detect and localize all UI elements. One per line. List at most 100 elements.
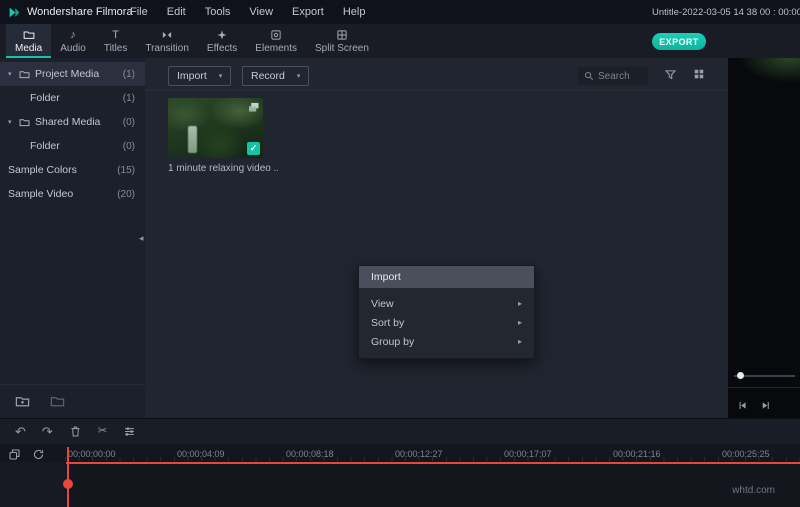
export-button[interactable]: EXPORT: [652, 33, 706, 50]
split-scissors-icon[interactable]: ✂: [98, 426, 107, 437]
menu-view[interactable]: View: [249, 6, 273, 18]
context-menu-label: Sort by: [371, 317, 404, 329]
timecode: 00:00:12:27: [395, 449, 443, 459]
media-sidebar: ▾ Project Media (1) Folder (1) ▾ Shared …: [0, 58, 145, 418]
previous-frame-icon[interactable]: [737, 400, 748, 411]
grid-view-icon[interactable]: [693, 68, 705, 80]
context-menu-group: View ▸ Sort by ▸ Group by ▸: [359, 288, 534, 358]
tab-split-screen[interactable]: Split Screen: [306, 24, 378, 58]
app-name: Wondershare Filmora: [27, 6, 133, 18]
media-item-title: 1 minute relaxing video ...: [168, 163, 278, 174]
context-menu: Import View ▸ Sort by ▸ Group by ▸: [358, 265, 535, 359]
media-item[interactable]: ✓ 1 minute relaxing video ...: [168, 98, 278, 174]
tab-audio[interactable]: ♪ Audio: [51, 24, 95, 58]
transition-icon: [161, 29, 173, 42]
menu-export[interactable]: Export: [292, 6, 324, 18]
playhead-handle[interactable]: [63, 479, 73, 489]
undo-icon[interactable]: ↶: [15, 425, 26, 438]
timecode: 00:00:04:09: [177, 449, 225, 459]
sidebar-footer: [0, 384, 145, 418]
filmora-logo-icon: [8, 6, 21, 19]
timecode: 00:00:00:00: [68, 449, 116, 459]
sidebar-item-label: Project Media: [35, 68, 99, 80]
item-count: (20): [117, 189, 135, 200]
film-badge-icon: [248, 102, 259, 112]
context-menu-label: Group by: [371, 336, 414, 348]
media-folder-icon: [23, 29, 35, 42]
redo-icon[interactable]: ↷: [42, 425, 53, 438]
menu-help[interactable]: Help: [343, 6, 366, 18]
edit-toolbar: ↶ ↷ ✂: [0, 418, 800, 444]
tab-titles[interactable]: T Titles: [95, 24, 137, 58]
item-count: (0): [123, 117, 135, 128]
timeline[interactable]: 00:00:00:00 00:00:04:09 00:00:08:18 00:0…: [0, 444, 800, 507]
search-input[interactable]: [598, 71, 642, 82]
context-menu-item-import[interactable]: Import: [359, 266, 534, 288]
caret-down-icon[interactable]: ▾: [8, 70, 19, 78]
elements-icon: [270, 29, 282, 42]
timecode: 00:00:25:25: [722, 449, 770, 459]
sidebar-item-project-media[interactable]: ▾ Project Media (1): [0, 62, 145, 86]
project-title: Untitle-2022-03-05 14 38 00 : 00:00:5: [652, 7, 800, 18]
new-folder-icon[interactable]: [15, 394, 30, 409]
menu-edit[interactable]: Edit: [167, 6, 186, 18]
context-menu-item-group-by[interactable]: Group by ▸: [359, 332, 534, 351]
delete-icon[interactable]: [69, 425, 82, 438]
timeline-ruler[interactable]: 00:00:00:00 00:00:04:09 00:00:08:18 00:0…: [0, 444, 800, 462]
submenu-arrow-icon: ▸: [518, 337, 522, 346]
selected-checkbox[interactable]: ✓: [247, 142, 260, 155]
playhead[interactable]: [67, 447, 69, 507]
item-count: (15): [117, 165, 135, 176]
play-icon[interactable]: [760, 400, 771, 411]
menu-file[interactable]: File: [130, 6, 148, 18]
item-count: (0): [123, 141, 135, 152]
sidebar-item-sample-colors[interactable]: Sample Colors (15): [0, 158, 145, 182]
playback-controls: [728, 392, 800, 418]
media-thumbnail[interactable]: ✓: [168, 98, 263, 158]
chevron-down-icon: ▾: [297, 72, 301, 80]
seek-bar[interactable]: [734, 375, 795, 377]
item-count: (1): [123, 93, 135, 104]
track-header-column: [0, 462, 65, 507]
import-dropdown[interactable]: Import ▾: [168, 66, 231, 86]
sidebar-item-sample-video[interactable]: Sample Video (20): [0, 182, 145, 206]
seek-knob[interactable]: [737, 372, 744, 379]
sidebar-item-label: Shared Media: [35, 116, 100, 128]
preview-divider: [728, 387, 800, 388]
tab-label: Effects: [207, 43, 237, 54]
music-note-icon: ♪: [70, 29, 76, 42]
timecode: 00:00:21:16: [613, 449, 661, 459]
item-count: (1): [123, 69, 135, 80]
effects-star-icon: [216, 29, 228, 42]
split-screen-icon: [336, 29, 348, 42]
sidebar-item-label: Sample Video: [8, 188, 73, 200]
tab-elements[interactable]: Elements: [246, 24, 306, 58]
tab-transition[interactable]: Transition: [136, 24, 198, 58]
folder-icon: [19, 117, 30, 128]
sidebar-item-shared-media[interactable]: ▾ Shared Media (0): [0, 110, 145, 134]
sidebar-item-folder-1[interactable]: Folder (1): [0, 86, 145, 110]
tab-effects[interactable]: Effects: [198, 24, 246, 58]
record-dropdown[interactable]: Record ▾: [242, 66, 309, 86]
context-menu-item-view[interactable]: View ▸: [359, 294, 534, 313]
media-panel-toolbar: Import ▾ Record ▾: [145, 58, 728, 91]
delete-folder-icon[interactable]: [50, 394, 65, 409]
context-menu-label: View: [371, 298, 394, 310]
tab-label: Titles: [104, 43, 128, 54]
filter-icon[interactable]: [664, 68, 677, 81]
tab-label: Elements: [255, 43, 297, 54]
submenu-arrow-icon: ▸: [518, 318, 522, 327]
sidebar-item-label: Folder: [30, 140, 60, 152]
filmora-window: Wondershare Filmora File Edit Tools View…: [0, 0, 800, 507]
menu-tools[interactable]: Tools: [205, 6, 231, 18]
submenu-arrow-icon: ▸: [518, 299, 522, 308]
preview-panel: [728, 58, 800, 418]
media-library-panel: Import ▾ Record ▾: [145, 58, 728, 418]
caret-down-icon[interactable]: ▾: [8, 118, 19, 126]
adjust-sliders-icon[interactable]: [123, 425, 136, 438]
search-box[interactable]: [578, 67, 648, 85]
titles-icon: T: [112, 29, 119, 42]
tab-media[interactable]: Media: [6, 24, 51, 58]
sidebar-item-folder-2[interactable]: Folder (0): [0, 134, 145, 158]
context-menu-item-sort-by[interactable]: Sort by ▸: [359, 313, 534, 332]
